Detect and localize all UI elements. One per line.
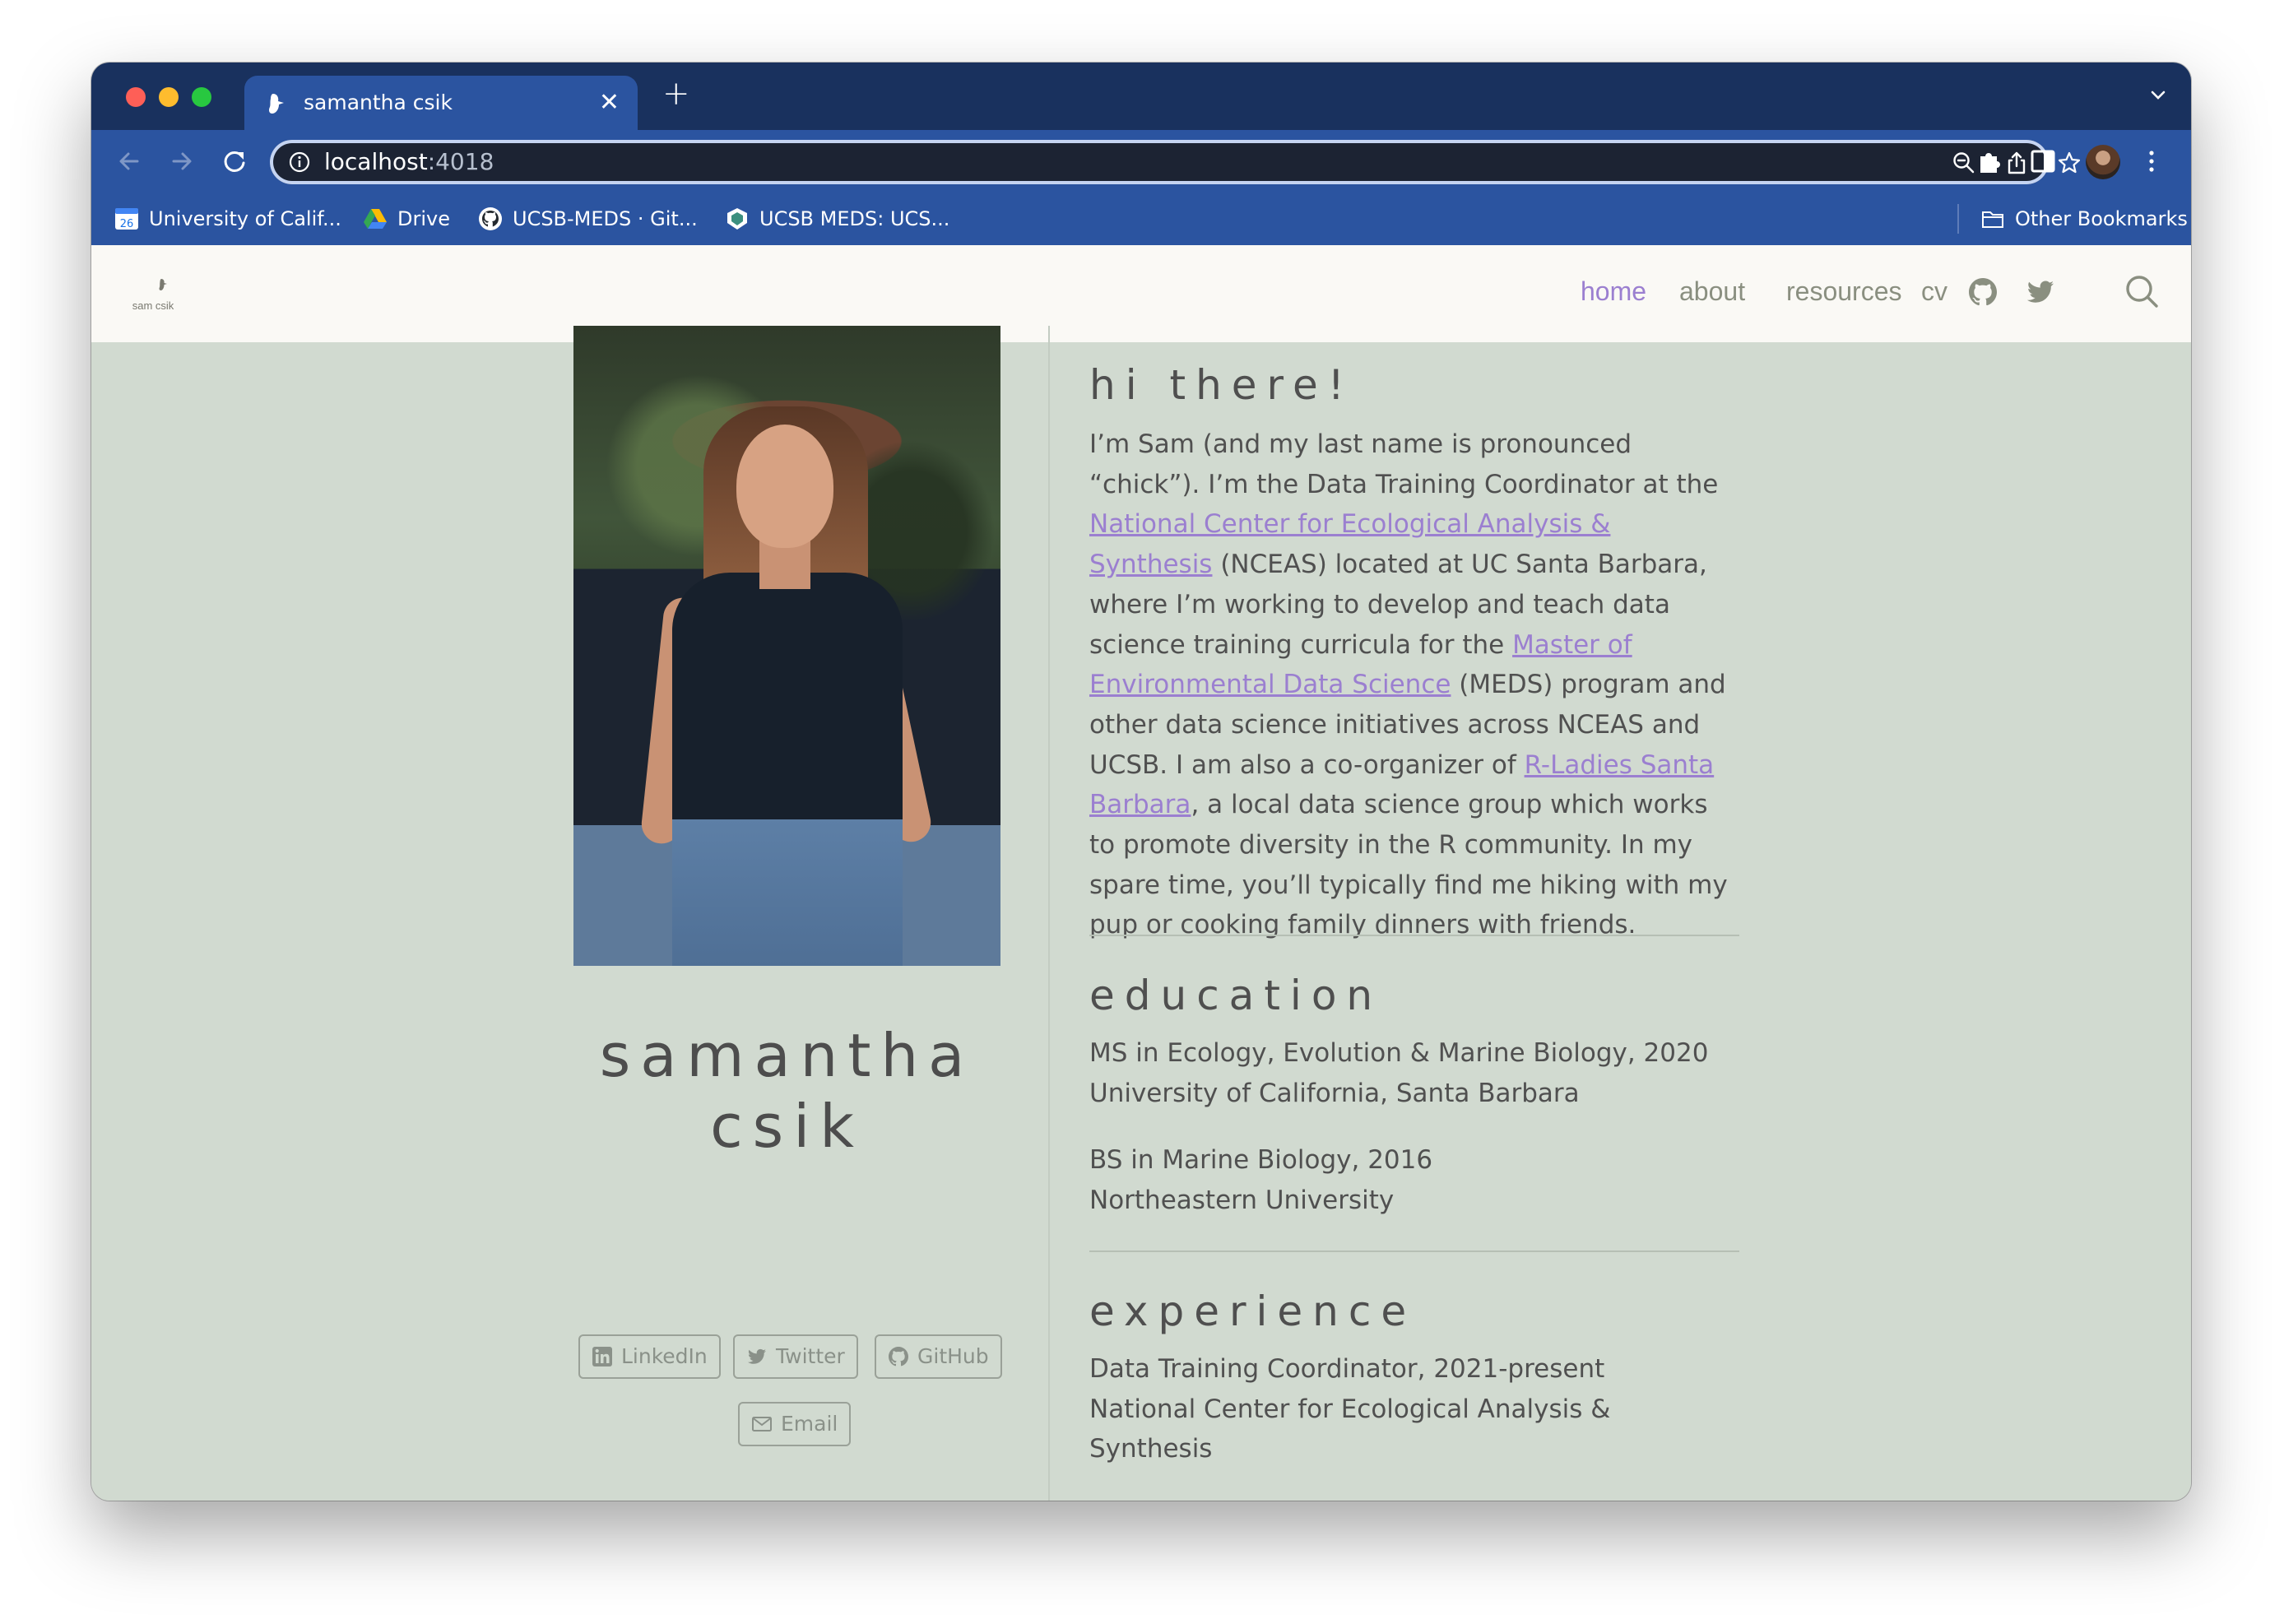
tab-title: samantha csik: [304, 90, 453, 114]
other-bookmarks[interactable]: Other Bookmarks: [1980, 206, 2188, 232]
github-icon: [479, 207, 502, 230]
drive-icon: [364, 209, 387, 229]
github-button[interactable]: GitHub: [875, 1334, 1002, 1379]
url-text: localhost:4018: [324, 148, 494, 175]
web-page: sam csik home about resources cv samanth…: [91, 245, 2191, 1501]
share-icon[interactable]: [2004, 151, 2029, 175]
more-vertical-icon[interactable]: [2137, 146, 2166, 176]
intro-paragraph: I’m Sam (and my last name is pronounced …: [1089, 429, 1728, 940]
bird-logo-icon: [159, 279, 167, 290]
forward-arrow-icon[interactable]: [165, 145, 198, 178]
minimize-window-button[interactable]: [159, 87, 179, 107]
close-tab-icon[interactable]: ✕: [599, 90, 620, 115]
extensions-puzzle-icon[interactable]: [1975, 146, 2005, 176]
twitter-button[interactable]: Twitter: [733, 1334, 858, 1379]
info-icon[interactable]: [288, 151, 311, 174]
svg-text:26: 26: [120, 218, 134, 230]
envelope-icon: [752, 1417, 772, 1431]
site-navbar: sam csik home about resources cv: [91, 245, 2191, 342]
section-divider: [1089, 935, 1739, 936]
reload-icon[interactable]: [218, 145, 251, 178]
window-controls: [126, 87, 211, 107]
linkedin-icon: [592, 1347, 612, 1366]
column-divider: [1048, 326, 1050, 1501]
bookmark-drive[interactable]: Drive: [363, 206, 450, 232]
tab-samantha-csik[interactable]: samantha csik ✕: [244, 76, 638, 130]
address-bar[interactable]: localhost:4018: [270, 140, 2081, 184]
intro-heading: hi there!: [1089, 361, 1354, 409]
education-heading: education: [1089, 972, 1383, 1019]
experience-item: Data Training Coordinator, 2021-present …: [1089, 1354, 1611, 1464]
bookmark-ucsb-meds-github[interactable]: UCSB-MEDS · Git...: [478, 206, 698, 232]
nav-resources[interactable]: resources: [1786, 275, 1902, 308]
section-divider: [1089, 1250, 1739, 1252]
site-logo[interactable]: sam csik: [124, 278, 182, 316]
close-window-button[interactable]: [126, 87, 146, 107]
calendar-icon: 26: [115, 208, 138, 230]
bookmark-university[interactable]: 26 University of Calif...: [114, 206, 341, 232]
twitter-icon[interactable]: [2025, 276, 2056, 308]
bird-icon: [269, 94, 284, 114]
new-tab-button[interactable]: +: [662, 77, 690, 110]
search-icon[interactable]: [2124, 273, 2160, 309]
zoom-out-icon[interactable]: [1952, 151, 1976, 175]
back-arrow-icon[interactable]: [113, 145, 146, 178]
tab-bar: samantha csik ✕ +: [91, 63, 2191, 130]
nav-about[interactable]: about: [1679, 275, 1745, 308]
email-button[interactable]: Email: [738, 1402, 852, 1446]
experience-heading: experience: [1089, 1288, 1417, 1335]
github-icon: [889, 1347, 908, 1366]
nav-cv[interactable]: cv: [1921, 275, 1947, 308]
chevron-down-icon[interactable]: [2147, 84, 2170, 107]
profile-name: samantha csik: [599, 1021, 975, 1161]
star-icon[interactable]: [2057, 151, 2082, 175]
nav-home[interactable]: home: [1581, 275, 1646, 308]
shield-icon: [727, 208, 747, 230]
bookmarks-bar: 26 University of Calif... Drive UCSB-MED…: [91, 193, 2191, 246]
browser-window: samantha csik ✕ + localhost:4018 26 Univ…: [91, 63, 2191, 1501]
folder-icon: [1982, 211, 2003, 228]
education-item: BS in Marine Biology, 2016 Northeastern …: [1089, 1145, 1433, 1215]
bookmark-ucsb-meds[interactable]: UCSB MEDS: UCS...: [725, 206, 949, 232]
profile-photo: [573, 326, 1010, 966]
twitter-icon: [748, 1348, 766, 1364]
profile-avatar[interactable]: [2086, 145, 2120, 179]
education-item: MS in Ecology, Evolution & Marine Biolog…: [1089, 1038, 1709, 1108]
linkedin-button[interactable]: LinkedIn: [578, 1334, 721, 1379]
side-panel-icon[interactable]: [2028, 146, 2058, 176]
browser-toolbar: localhost:4018: [91, 130, 2191, 193]
bookmarks-separator: [1957, 204, 1959, 234]
github-icon[interactable]: [1967, 276, 1998, 308]
maximize-window-button[interactable]: [192, 87, 211, 107]
